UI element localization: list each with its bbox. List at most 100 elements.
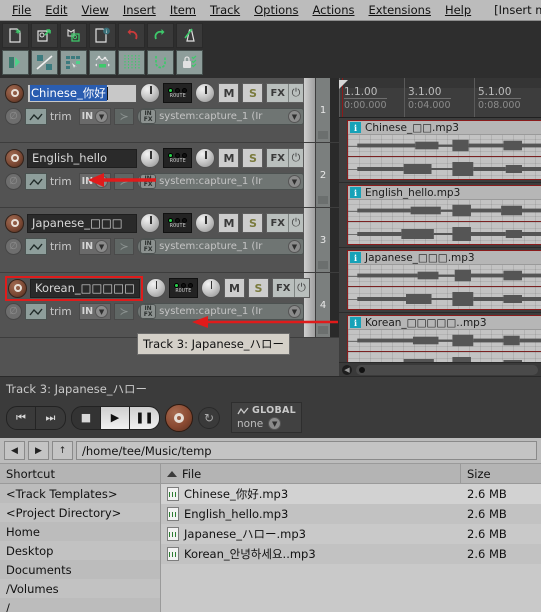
- shortcut-item-root[interactable]: /: [0, 598, 160, 612]
- route-button[interactable]: ROUTE: [168, 278, 198, 298]
- nav-forward-button[interactable]: ▶: [28, 441, 49, 460]
- arrange-view[interactable]: 1.1.00 0:00.000 3.1.00 0:04.000 5.1.00 0…: [339, 78, 541, 376]
- media-item[interactable]: i Chinese_□□.mp3: [347, 120, 541, 180]
- file-row[interactable]: Korean_안녕하세요..mp3 2.6 MB: [161, 544, 541, 564]
- fx-button[interactable]: FX ⏻: [266, 148, 304, 168]
- chevron-down-icon[interactable]: ▼: [95, 240, 109, 253]
- track-name-input[interactable]: Chinese_你好: [27, 83, 138, 103]
- pause-button[interactable]: ❚❚: [130, 406, 159, 429]
- chevron-down-icon[interactable]: ▼: [268, 417, 282, 430]
- chevron-down-icon[interactable]: ▼: [288, 110, 301, 123]
- input-mode-button[interactable]: IN ▼: [78, 173, 112, 190]
- track-name-input[interactable]: Japanese_□□□: [27, 213, 138, 233]
- volume-knob[interactable]: [140, 83, 161, 103]
- folder-icon[interactable]: [318, 326, 328, 334]
- route-arrow-icon[interactable]: ≻: [114, 238, 135, 255]
- menu-item-actions[interactable]: Actions: [305, 1, 361, 19]
- file-column-header[interactable]: File: [161, 464, 461, 483]
- info-icon[interactable]: i: [350, 252, 361, 263]
- solo-button[interactable]: S: [242, 148, 264, 168]
- automation-panel[interactable]: GLOBAL none ▼: [231, 402, 303, 433]
- menu-item-help[interactable]: Help: [438, 1, 478, 19]
- automation-mode-row[interactable]: none ▼: [237, 417, 296, 430]
- project-info-icon[interactable]: i: [89, 23, 116, 48]
- fx-bypass-icon[interactable]: ⏻: [293, 279, 309, 297]
- record-arm-button[interactable]: [5, 148, 24, 168]
- record-button[interactable]: [165, 403, 193, 432]
- go-to-start-button[interactable]: ⏮: [7, 406, 36, 429]
- route-button[interactable]: ROUTE: [163, 148, 193, 168]
- split-item-icon[interactable]: [2, 50, 29, 75]
- nav-up-button[interactable]: ↑: [52, 441, 73, 460]
- shortcut-item-desktop[interactable]: Desktop: [0, 541, 160, 560]
- info-icon[interactable]: i: [350, 122, 361, 133]
- pan-knob[interactable]: [195, 213, 216, 233]
- solo-button[interactable]: S: [242, 213, 264, 233]
- input-select[interactable]: IN FX system:capture_1 (Ir ▼: [137, 108, 304, 125]
- file-row[interactable]: Chinese_你好.mp3 2.6 MB: [161, 484, 541, 504]
- phase-invert-button[interactable]: ∅: [5, 303, 22, 320]
- input-mode-button[interactable]: IN ▼: [78, 238, 112, 255]
- phase-invert-button[interactable]: ∅: [5, 108, 22, 125]
- folder-icon[interactable]: [318, 261, 328, 269]
- save-project-icon[interactable]: [60, 23, 87, 48]
- solo-button[interactable]: S: [247, 278, 269, 298]
- media-item-header[interactable]: i Japanese_□□□.mp3: [348, 251, 541, 265]
- menu-item-edit[interactable]: Edit: [38, 1, 74, 19]
- volume-knob[interactable]: [145, 278, 166, 298]
- track-row[interactable]: Korean_□□□□□ ROUTE M S FX ⏻ ∅ trim IN ▼ …: [0, 273, 339, 338]
- chevron-down-icon[interactable]: ▼: [288, 240, 301, 253]
- group-items-icon[interactable]: [60, 50, 87, 75]
- size-column-header[interactable]: Size: [461, 464, 541, 483]
- path-input[interactable]: /home/tee/Music/temp: [76, 441, 537, 460]
- track-lane[interactable]: i Chinese_□□.mp3: [339, 118, 541, 183]
- phase-invert-button[interactable]: ∅: [5, 173, 22, 190]
- mute-button[interactable]: M: [218, 83, 240, 103]
- info-icon[interactable]: i: [350, 317, 361, 328]
- stop-button[interactable]: ■: [72, 406, 101, 429]
- cut-item-icon[interactable]: [31, 50, 58, 75]
- record-arm-button[interactable]: [5, 83, 24, 103]
- fx-button[interactable]: FX ⏻: [271, 278, 310, 298]
- timeline-ruler[interactable]: 1.1.00 0:00.000 3.1.00 0:04.000 5.1.00 0…: [339, 78, 541, 118]
- route-arrow-icon[interactable]: ≻: [114, 303, 135, 320]
- track-row[interactable]: Chinese_你好 ROUTE M S FX ⏻ ∅ trim IN ▼ ≻ …: [0, 78, 339, 143]
- track-row[interactable]: English_hello ROUTE M S FX ⏻ ∅ trim IN ▼…: [0, 143, 339, 208]
- input-select[interactable]: IN FX system:capture_1 (Ir ▼: [137, 303, 304, 320]
- menu-item-insert[interactable]: Insert: [116, 1, 163, 19]
- shortcut-item-documents[interactable]: Documents: [0, 560, 160, 579]
- phase-invert-button[interactable]: ∅: [5, 238, 22, 255]
- track-lane[interactable]: i Japanese_□□□.mp3: [339, 248, 541, 313]
- grid-icon[interactable]: [118, 50, 145, 75]
- file-row[interactable]: English_hello.mp3 2.6 MB: [161, 504, 541, 524]
- file-row[interactable]: Japanese_ハロー.mp3 2.6 MB: [161, 524, 541, 544]
- track-name-input[interactable]: Korean_□□□□□: [30, 278, 140, 298]
- input-fx-icon[interactable]: IN FX: [140, 304, 157, 319]
- track-row[interactable]: Japanese_□□□ ROUTE M S FX ⏻ ∅ trim IN ▼ …: [0, 208, 339, 273]
- fx-button[interactable]: FX ⏻: [266, 83, 304, 103]
- menu-item-view[interactable]: View: [75, 1, 116, 19]
- pan-knob[interactable]: [195, 83, 216, 103]
- menu-item-item[interactable]: Item: [163, 1, 203, 19]
- media-item[interactable]: i English_hello.mp3: [347, 185, 541, 245]
- mute-button[interactable]: M: [218, 148, 240, 168]
- media-item-header[interactable]: i English_hello.mp3: [348, 186, 541, 200]
- lock-icon[interactable]: [176, 50, 203, 75]
- go-to-end-button[interactable]: ⏭: [36, 406, 65, 429]
- redo-icon[interactable]: [147, 23, 174, 48]
- track-name-input[interactable]: English_hello: [27, 148, 138, 168]
- pan-knob[interactable]: [200, 278, 221, 298]
- media-item[interactable]: i Japanese_□□□.mp3: [347, 250, 541, 310]
- scrollbar-track[interactable]: [356, 364, 538, 375]
- open-project-icon[interactable]: [31, 23, 58, 48]
- pan-knob[interactable]: [195, 148, 216, 168]
- sort-ascending-icon[interactable]: [167, 470, 177, 477]
- record-arm-button[interactable]: [5, 213, 24, 233]
- shortcut-item-track-templates[interactable]: <Track Templates>: [0, 484, 160, 503]
- envelope-button[interactable]: [25, 238, 47, 255]
- play-button[interactable]: ▶: [101, 406, 130, 429]
- track-lane[interactable]: i English_hello.mp3: [339, 183, 541, 248]
- chevron-down-icon[interactable]: ▼: [95, 305, 109, 318]
- undo-icon[interactable]: [118, 23, 145, 48]
- input-fx-icon[interactable]: IN FX: [140, 174, 157, 189]
